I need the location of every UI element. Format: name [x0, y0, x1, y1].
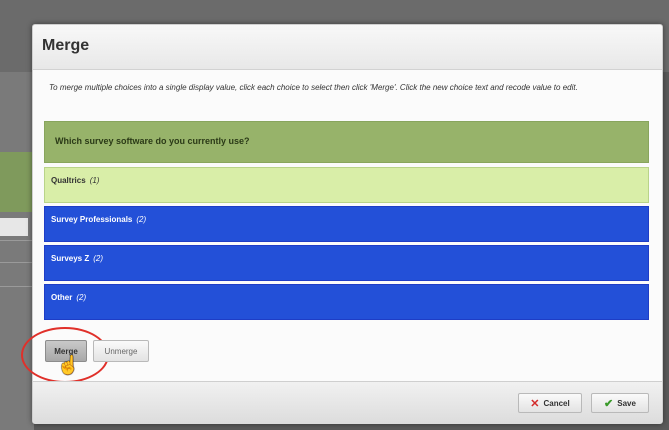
choice-label: Survey Professionals (2) — [51, 215, 146, 224]
background-cell — [0, 218, 28, 236]
choice-label: Other (2) — [51, 293, 86, 302]
merge-dialog: Merge To merge multiple choices into a s… — [21, 24, 663, 424]
choice-count: (2) — [76, 293, 87, 302]
hand-pointer-icon: ☝ — [57, 355, 80, 375]
choice-label: Surveys Z (2) — [51, 254, 103, 263]
x-icon: ✕ — [530, 397, 540, 410]
choice-text: Other — [51, 293, 73, 302]
choice-text: Qualtrics — [51, 176, 86, 185]
dialog-footer: ✕ Cancel ✔ Save — [33, 381, 662, 424]
cancel-label: Cancel — [543, 398, 570, 408]
background-divider — [0, 240, 34, 241]
dialog-header: Merge — [33, 25, 662, 70]
choice-count: (2) — [93, 254, 104, 263]
choice-text: Survey Professionals — [51, 215, 133, 224]
choice-text: Surveys Z — [51, 254, 90, 263]
choice-survey-professionals[interactable]: Survey Professionals (2) — [44, 206, 649, 242]
cancel-button[interactable]: ✕ Cancel — [518, 393, 582, 413]
question-bar: Which survey software do you currently u… — [44, 121, 649, 163]
background-row-green — [0, 152, 34, 212]
background-page — [0, 72, 34, 430]
choice-qualtrics[interactable]: Qualtrics (1) — [44, 167, 649, 203]
background-divider — [0, 286, 34, 287]
choice-label: Qualtrics (1) — [51, 176, 99, 185]
choice-count: (1) — [89, 176, 100, 185]
choice-surveys-z[interactable]: Surveys Z (2) — [44, 245, 649, 281]
choice-count: (2) — [136, 215, 147, 224]
question-text: Which survey software do you currently u… — [55, 136, 250, 146]
background-divider — [0, 262, 34, 263]
save-button[interactable]: ✔ Save — [591, 393, 649, 413]
check-icon: ✔ — [604, 397, 614, 410]
dialog-title: Merge — [42, 37, 90, 54]
unmerge-button[interactable]: Unmerge — [93, 340, 149, 362]
choice-other[interactable]: Other (2) — [44, 284, 649, 320]
instructions-text: To merge multiple choices into a single … — [49, 83, 578, 92]
save-label: Save — [617, 398, 636, 408]
